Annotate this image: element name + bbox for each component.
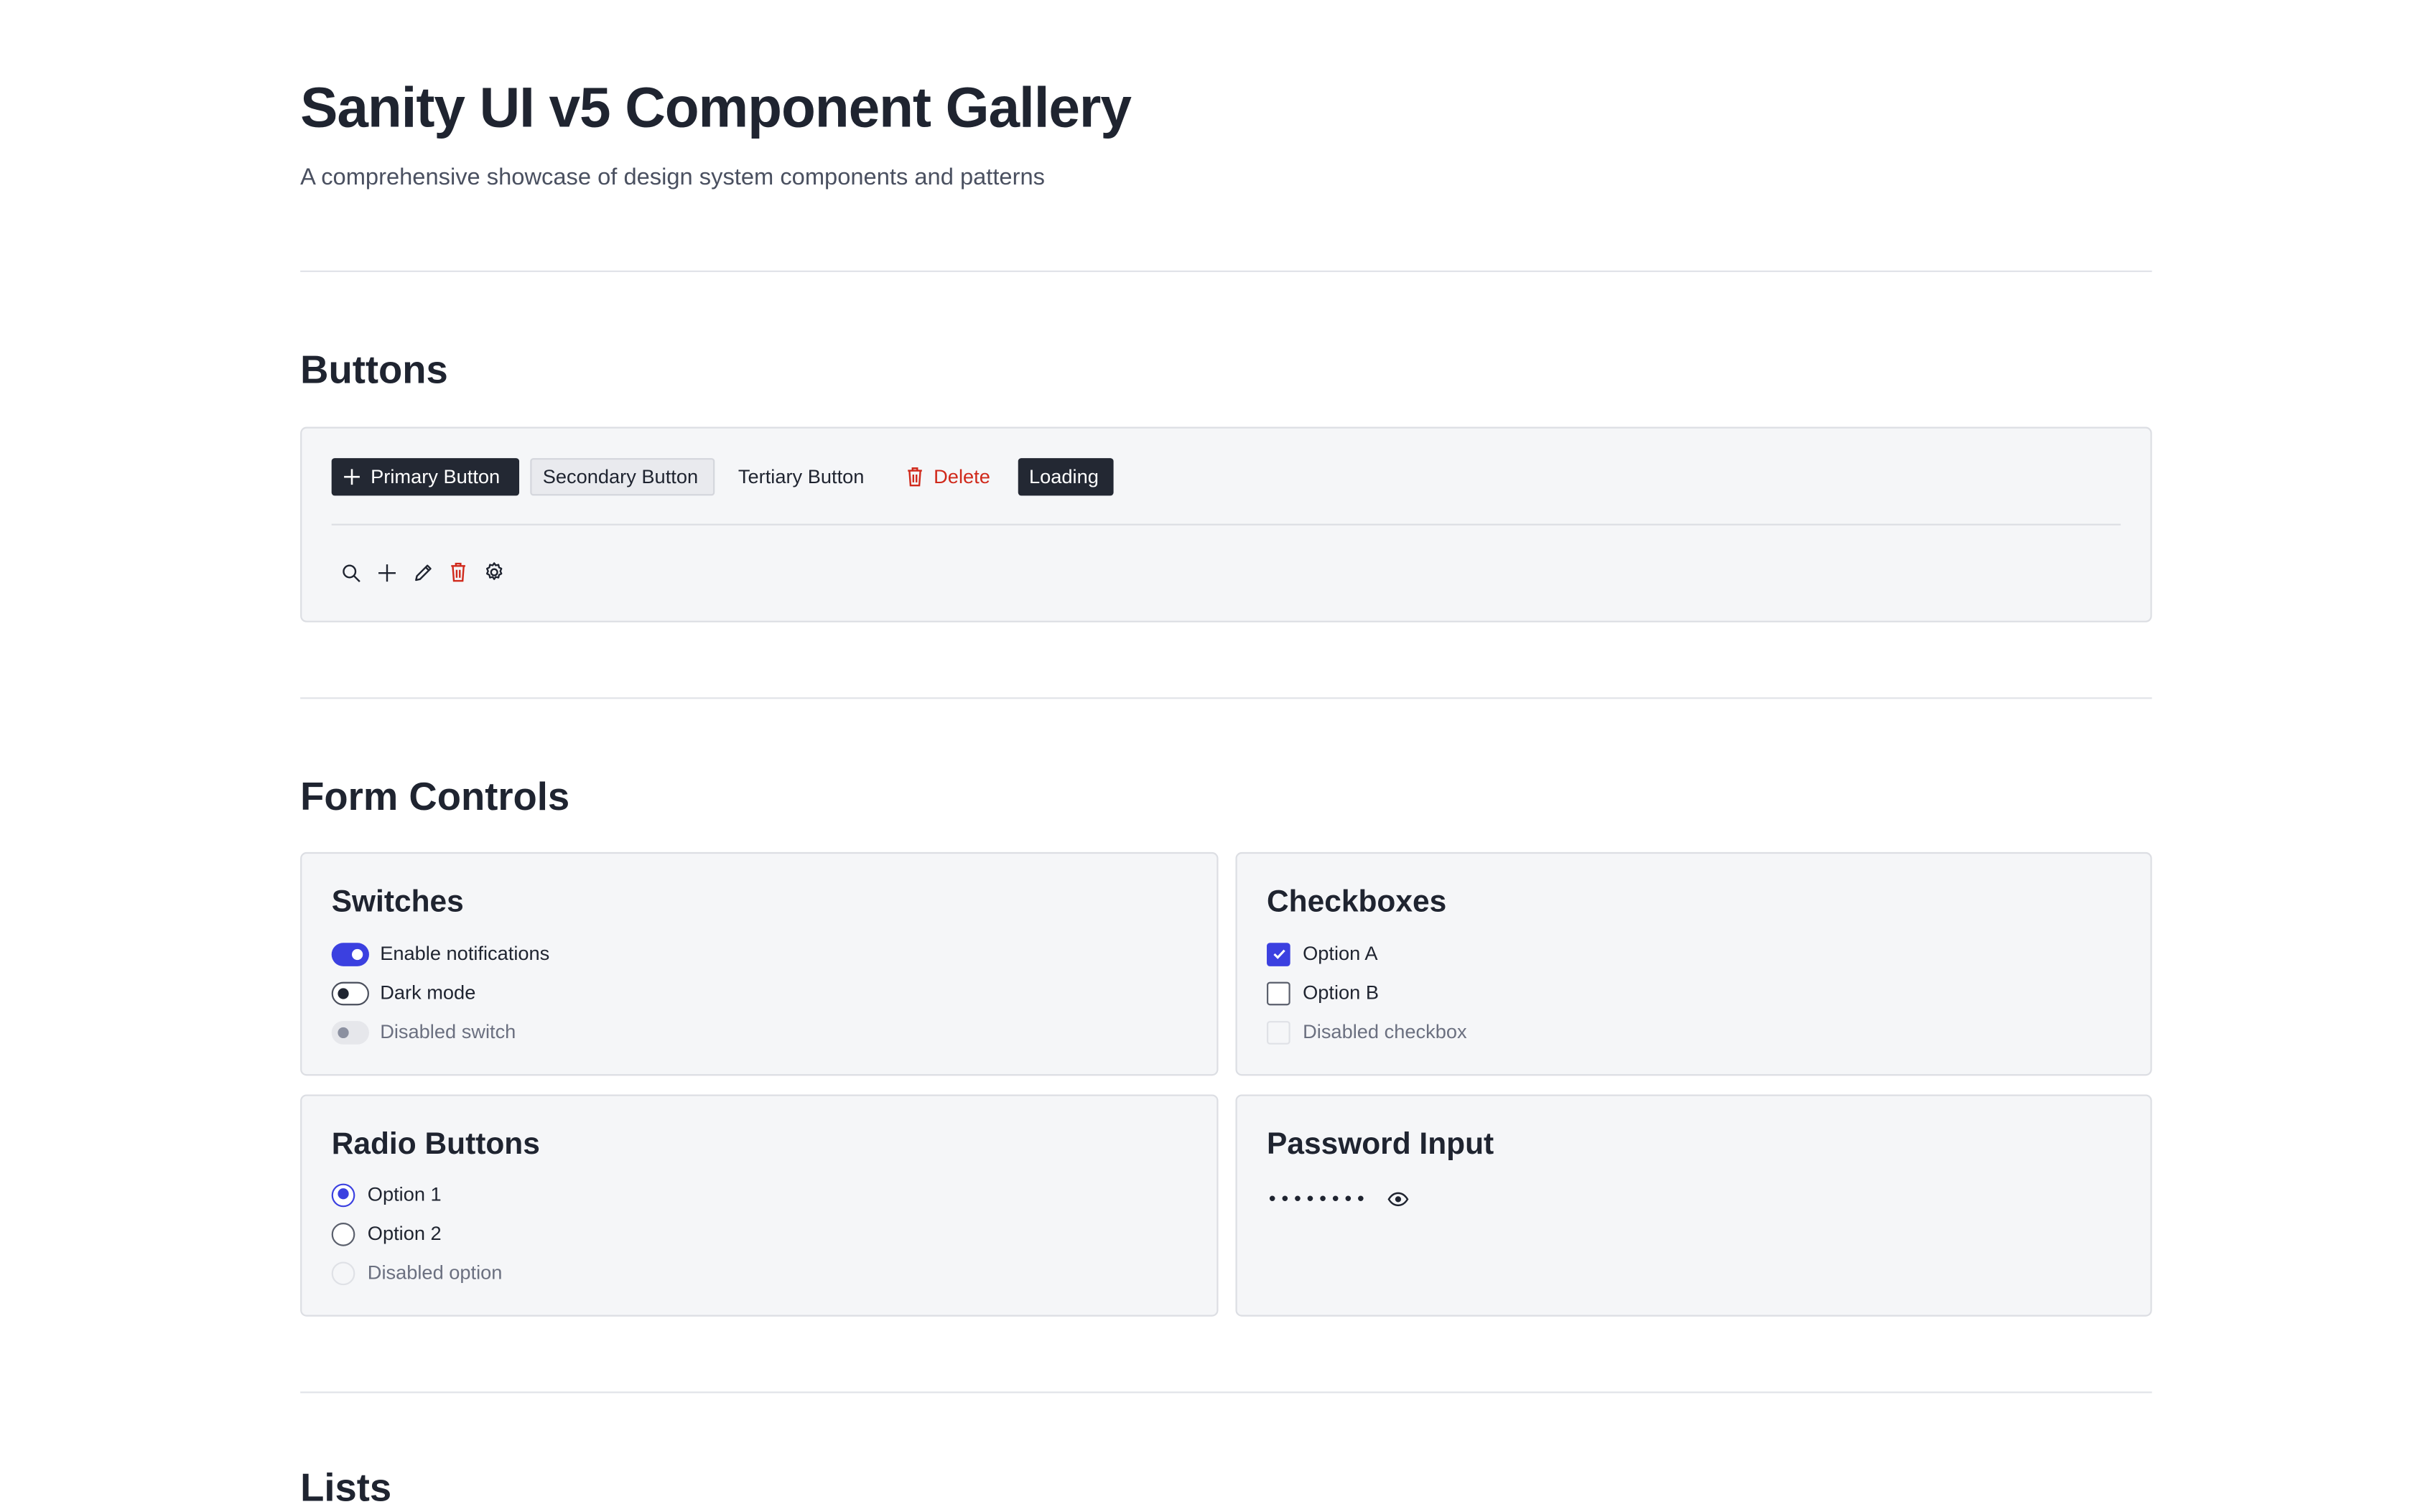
page-title: Sanity UI v5 Component Gallery <box>300 75 1132 139</box>
toggle-switch[interactable] <box>331 942 369 966</box>
checkbox-label: Option A <box>1303 943 1378 965</box>
radio-label: Disabled option <box>367 1261 503 1284</box>
divider <box>300 1391 2152 1394</box>
password-value[interactable]: •••••••• <box>1267 1188 1368 1210</box>
checkbox-disabled: Disabled checkbox <box>1267 1018 1467 1046</box>
buttons-card: Primary Button Secondary Button Tertiary… <box>300 426 2152 622</box>
switch-label: Dark mode <box>380 981 476 1004</box>
checkbox[interactable] <box>1267 981 1290 1005</box>
page: Sanity UI v5 Component Gallery A compreh… <box>0 0 2433 1511</box>
trash-icon <box>906 466 924 487</box>
checkboxes-title: Checkboxes <box>1267 885 1447 920</box>
check-icon <box>1270 946 1286 962</box>
radio-buttons-card: Radio Buttons Option 1 Option 2 Disabled… <box>300 1094 1219 1317</box>
radio-button[interactable] <box>331 1182 355 1207</box>
checkboxes-card: Checkboxes Option A Option B Disabled ch… <box>1235 851 2152 1076</box>
trash-icon[interactable] <box>446 560 471 585</box>
primary-button[interactable]: Primary Button <box>331 458 520 496</box>
radio-disabled: Disabled option <box>331 1259 503 1287</box>
toggle-switch <box>331 1020 369 1044</box>
checkbox-option-a[interactable]: Option A <box>1267 940 1378 968</box>
switch-label: Disabled switch <box>380 1021 516 1043</box>
switch-dark-mode[interactable]: Dark mode <box>331 979 476 1007</box>
switches-card: Switches Enable notifications Dark mode … <box>300 851 1219 1076</box>
radio-option-2[interactable]: Option 2 <box>331 1220 442 1248</box>
page-subtitle: A comprehensive showcase of design syste… <box>300 164 1046 191</box>
eye-icon[interactable] <box>1387 1191 1408 1207</box>
delete-button-label: Delete <box>934 465 990 488</box>
delete-button[interactable]: Delete <box>895 458 1001 495</box>
radio-buttons-title: Radio Buttons <box>331 1127 540 1162</box>
loading-button-label: Loading <box>1028 465 1099 488</box>
secondary-button-label: Secondary Button <box>542 465 699 488</box>
password-input-title: Password Input <box>1267 1127 1494 1162</box>
switch-enable-notifications[interactable]: Enable notifications <box>331 940 550 968</box>
loading-button[interactable]: Loading <box>1018 458 1114 496</box>
checkbox <box>1267 1020 1290 1044</box>
card-divider <box>331 523 2121 526</box>
radio-button <box>331 1261 355 1285</box>
checkbox-label: Option B <box>1303 981 1380 1004</box>
password-input-card: Password Input •••••••• <box>1235 1094 2152 1317</box>
edit-icon[interactable] <box>410 560 435 585</box>
lists-heading: Lists <box>300 1466 392 1511</box>
search-icon[interactable] <box>338 560 363 585</box>
divider <box>300 270 2152 272</box>
divider <box>300 697 2152 699</box>
checkbox-label: Disabled checkbox <box>1303 1021 1467 1043</box>
radio-label: Option 2 <box>367 1223 442 1245</box>
primary-button-label: Primary Button <box>371 465 501 488</box>
password-input[interactable]: •••••••• <box>1267 1187 1408 1212</box>
gear-icon[interactable] <box>482 560 507 585</box>
checkbox[interactable] <box>1267 942 1290 966</box>
buttons-heading: Buttons <box>300 348 448 393</box>
tertiary-button[interactable]: Tertiary Button <box>727 458 875 495</box>
form-controls-heading: Form Controls <box>300 775 570 820</box>
checkbox-option-b[interactable]: Option B <box>1267 979 1379 1007</box>
secondary-button[interactable]: Secondary Button <box>530 458 715 496</box>
toggle-switch[interactable] <box>331 981 369 1005</box>
radio-option-1[interactable]: Option 1 <box>331 1180 442 1208</box>
plus-icon <box>343 467 361 486</box>
radio-button[interactable] <box>331 1221 355 1246</box>
tertiary-button-label: Tertiary Button <box>738 465 865 488</box>
plus-icon[interactable] <box>373 560 399 585</box>
switches-title: Switches <box>331 885 464 920</box>
switch-disabled: Disabled switch <box>331 1018 516 1046</box>
radio-label: Option 1 <box>367 1183 442 1206</box>
switch-label: Enable notifications <box>380 943 550 965</box>
